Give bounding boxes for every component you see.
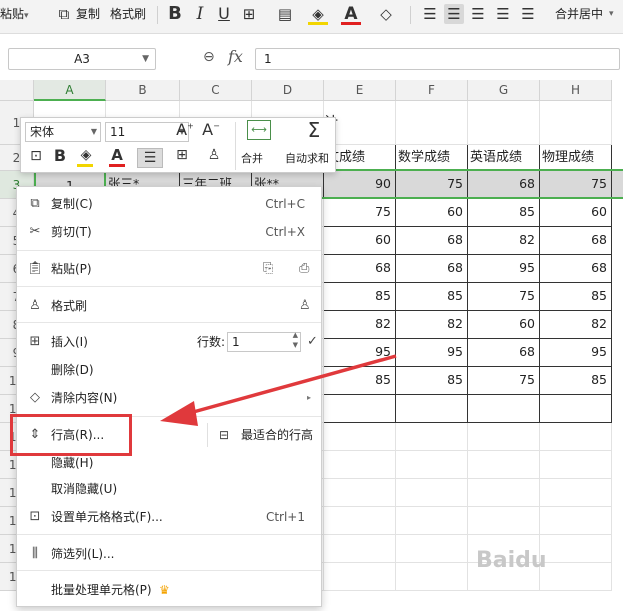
arrow-head [160, 401, 198, 426]
arrow-shaft [185, 354, 397, 416]
watermark-logo: Baidu [476, 548, 547, 573]
annotation-arrow [160, 354, 397, 426]
